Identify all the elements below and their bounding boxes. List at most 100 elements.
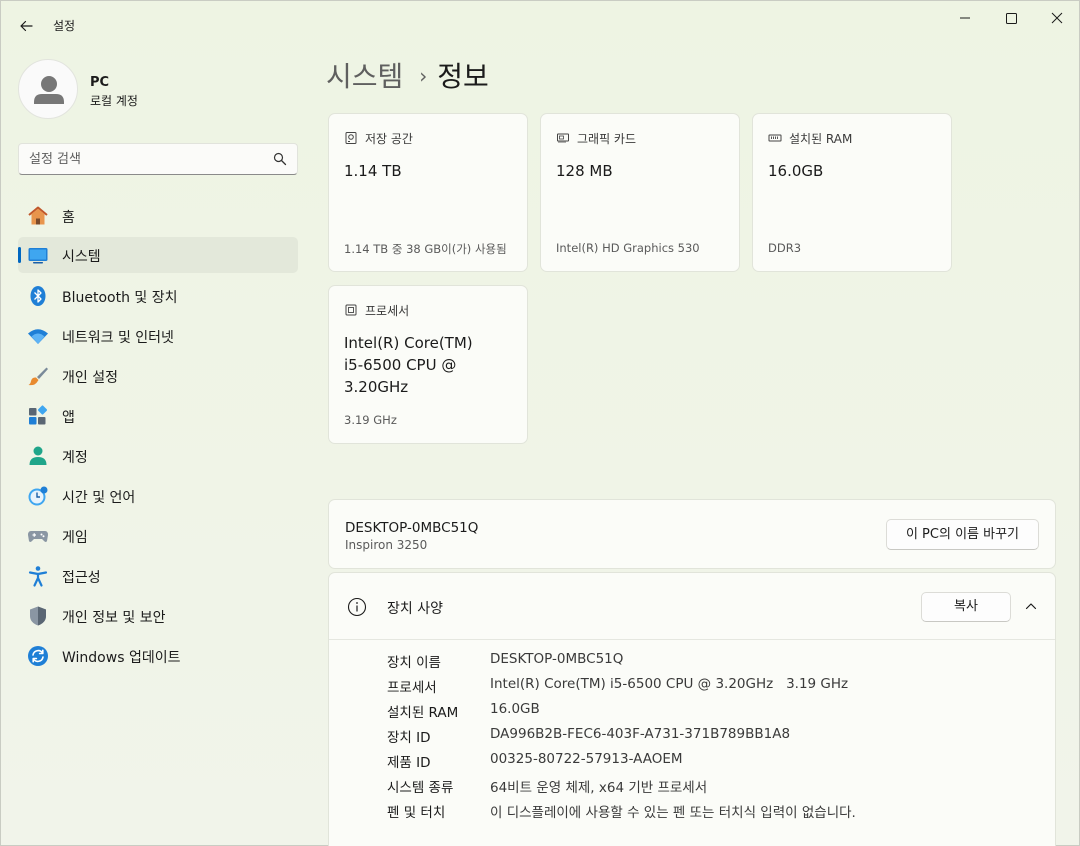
sidebar-item-label: 앱 <box>62 410 75 426</box>
card-value: Intel(R) Core(TM) i5-6500 CPU @ 3.20GHz <box>344 334 473 396</box>
sidebar-item-label: Bluetooth 및 장치 <box>62 290 178 306</box>
processor-chip-icon <box>345 304 357 316</box>
active-indicator <box>18 247 21 263</box>
sidebar-item-apps[interactable]: 앱 <box>18 398 298 434</box>
rename-pc-button[interactable]: 이 PC의 이름 바꾸기 <box>886 519 1039 550</box>
sidebar-item-home[interactable]: 홈 <box>18 198 298 234</box>
spec-label: 설치된 RAM <box>387 705 459 721</box>
spec-value: DA996B2B-FEC6-403F-A731-371B789BB1A8 <box>490 726 791 742</box>
sidebar-item-gaming[interactable]: 게임 <box>18 518 298 554</box>
breadcrumb: 시스템 › 정보 <box>326 55 489 95</box>
spec-row-device-id: 장치 ID DA996B2B-FEC6-403F-A731-371B789BB1… <box>387 726 1037 748</box>
sidebar-item-label: 홈 <box>62 210 75 226</box>
card-title: 프로세서 <box>365 304 410 318</box>
card-value: 16.0GB <box>768 162 824 180</box>
sidebar-item-accessibility[interactable]: 접근성 <box>18 558 298 594</box>
spec-value: 64비트 운영 체제, x64 기반 프로세서 <box>490 780 708 796</box>
gamepad-icon <box>28 531 48 542</box>
card-title: 저장 공간 <box>365 132 413 146</box>
card-value: 1.14 TB <box>344 162 402 180</box>
page-title: 정보 <box>437 60 489 93</box>
avatar[interactable] <box>18 59 78 119</box>
card-title: 그래픽 카드 <box>577 132 637 146</box>
home-icon <box>28 206 48 225</box>
shield-icon <box>30 606 46 626</box>
spec-row-pen-touch: 펜 및 터치 이 디스플레이에 사용할 수 있는 펜 또는 터치식 입력이 없습… <box>387 801 1037 823</box>
card-value: 128 MB <box>556 162 613 180</box>
card-subtext: DDR3 <box>768 241 802 255</box>
sidebar-item-label: 게임 <box>62 530 88 546</box>
settings-window: 설정 PC 로컬 계정 홈 <box>0 0 1080 846</box>
sidebar-item-label: 개인 정보 및 보안 <box>62 610 166 626</box>
sidebar-item-system[interactable]: 시스템 <box>18 237 298 273</box>
accessibility-icon <box>28 566 48 587</box>
card-subtext: 3.19 GHz <box>344 413 397 427</box>
info-icon <box>347 597 367 617</box>
device-specs-title: 장치 사양 <box>387 601 443 617</box>
storage-card[interactable]: 저장 공간 1.14 TB 1.14 TB 중 38 GB이(가) 사용됨 <box>328 113 528 272</box>
spec-row-installed-ram: 설치된 RAM 16.0GB <box>387 701 1037 723</box>
card-title: 설치된 RAM <box>789 132 853 146</box>
breadcrumb-separator: › <box>419 64 428 88</box>
sidebar-item-label: 시스템 <box>62 249 101 265</box>
search-input[interactable] <box>29 150 269 168</box>
update-icon <box>28 646 48 666</box>
sidebar-item-label: 계정 <box>62 450 88 466</box>
window-title: 설정 <box>53 19 76 33</box>
minimize-button[interactable] <box>942 7 988 29</box>
maximize-button[interactable] <box>988 7 1034 29</box>
search-box <box>18 143 298 175</box>
chevron-up-icon[interactable] <box>1024 599 1038 613</box>
user-icon <box>34 76 64 104</box>
sidebar-item-label: 접근성 <box>62 570 101 586</box>
spec-label: 장치 이름 <box>387 655 441 671</box>
spec-label: 제품 ID <box>387 755 431 771</box>
search-icon[interactable] <box>273 152 287 166</box>
wifi-icon <box>28 329 48 344</box>
maximize-icon <box>1006 13 1017 24</box>
card-subtext: 1.14 TB 중 38 GB이(가) 사용됨 <box>344 242 507 256</box>
profile-name: PC <box>90 75 110 90</box>
apps-icon <box>29 405 48 425</box>
spec-label: 장치 ID <box>387 730 431 746</box>
account-icon <box>29 446 47 465</box>
system-icon <box>28 248 48 264</box>
sidebar-item-time-language[interactable]: 시간 및 언어 <box>18 478 298 514</box>
sidebar-item-windows-update[interactable]: Windows 업데이트 <box>18 638 298 674</box>
device-specs-header[interactable]: 장치 사양 복사 <box>329 573 1055 640</box>
spec-value: 00325-80722-57913-AAOEM <box>490 751 683 767</box>
minimize-icon <box>960 17 970 19</box>
close-button[interactable] <box>1034 7 1080 29</box>
card-subtext: Intel(R) HD Graphics 530 <box>556 241 700 255</box>
sidebar-item-personalization[interactable]: 개인 설정 <box>18 358 298 394</box>
close-icon <box>1051 12 1063 24</box>
memory-icon <box>768 134 782 142</box>
device-name: DESKTOP-0MBC51Q <box>345 520 479 536</box>
sidebar-item-privacy-security[interactable]: 개인 정보 및 보안 <box>18 598 298 634</box>
sidebar-item-accounts[interactable]: 계정 <box>18 438 298 474</box>
sidebar-item-label: 개인 설정 <box>62 370 118 386</box>
device-model: Inspiron 3250 <box>345 538 428 552</box>
brush-icon <box>28 367 48 386</box>
breadcrumb-parent[interactable]: 시스템 <box>326 60 403 93</box>
device-name-panel: DESKTOP-0MBC51Q Inspiron 3250 이 PC의 이름 바… <box>328 499 1056 569</box>
clock-globe-icon <box>28 486 48 506</box>
bluetooth-icon <box>30 286 46 306</box>
sidebar-item-label: 네트워크 및 인터넷 <box>62 330 174 346</box>
spec-value: DESKTOP-0MBC51Q <box>490 651 624 667</box>
sidebar-item-bluetooth[interactable]: Bluetooth 및 장치 <box>18 278 298 314</box>
back-arrow-icon <box>20 20 33 32</box>
spec-row-system-type: 시스템 종류 64비트 운영 체제, x64 기반 프로세서 <box>387 776 1037 798</box>
spec-value: Intel(R) Core(TM) i5-6500 CPU @ 3.20GHz … <box>490 676 849 692</box>
sidebar-item-network[interactable]: 네트워크 및 인터넷 <box>18 318 298 354</box>
copy-button[interactable]: 복사 <box>921 592 1011 622</box>
storage-drive-icon <box>345 132 357 144</box>
graphics-card[interactable]: 그래픽 카드 128 MB Intel(R) HD Graphics 530 <box>540 113 740 272</box>
ram-card[interactable]: 설치된 RAM 16.0GB DDR3 <box>752 113 952 272</box>
processor-card[interactable]: 프로세서 Intel(R) Core(TM) i5-6500 CPU @ 3.2… <box>328 285 528 444</box>
graphics-card-icon <box>557 133 569 143</box>
spec-row-processor: 프로세서 Intel(R) Core(TM) i5-6500 CPU @ 3.2… <box>387 676 1037 698</box>
spec-label: 시스템 종류 <box>387 780 454 796</box>
device-specs-panel: 장치 사양 복사 장치 이름 DESKTOP-0MBC51Q 프로세서 Inte… <box>328 572 1056 846</box>
back-button[interactable] <box>15 15 37 37</box>
